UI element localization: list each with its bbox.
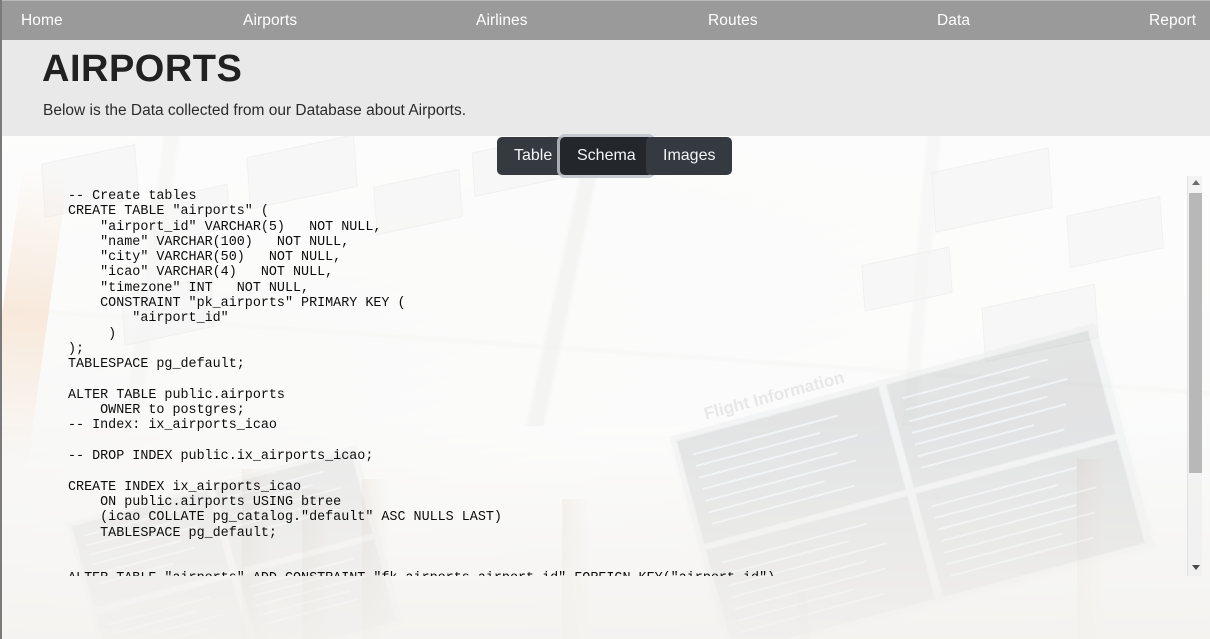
schema-code-panel[interactable]: -- Create tables CREATE TABLE "airports"… xyxy=(9,176,1205,576)
tab-schema[interactable]: Schema xyxy=(560,137,653,175)
page-header-band: AIRPORTS Below is the Data collected fro… xyxy=(2,40,1210,136)
page-subtitle: Below is the Data collected from our Dat… xyxy=(43,102,467,119)
scroll-down-arrow-icon[interactable] xyxy=(1188,561,1203,576)
scroll-up-arrow-icon[interactable] xyxy=(1188,176,1203,191)
nav-item-airports[interactable]: Airports xyxy=(243,1,297,41)
code-panel-scrollbar[interactable] xyxy=(1187,176,1202,576)
nav-item-data[interactable]: Data xyxy=(937,1,970,41)
nav-item-report[interactable]: Report xyxy=(1149,1,1196,41)
page-title: AIRPORTS xyxy=(42,48,243,90)
nav-item-home[interactable]: Home xyxy=(21,1,63,41)
tab-images[interactable]: Images xyxy=(646,137,733,175)
scrollbar-thumb[interactable] xyxy=(1189,193,1202,473)
main-navigation: Home Airports Airlines Routes Data Repor… xyxy=(2,0,1210,40)
schema-sql-code: -- Create tables CREATE TABLE "airports"… xyxy=(68,189,775,576)
nav-item-airlines[interactable]: Airlines xyxy=(476,1,528,41)
tab-table[interactable]: Table xyxy=(497,137,570,175)
nav-item-routes[interactable]: Routes xyxy=(708,1,758,41)
page-root: Flight Information Home Airports Airline… xyxy=(0,0,1210,639)
